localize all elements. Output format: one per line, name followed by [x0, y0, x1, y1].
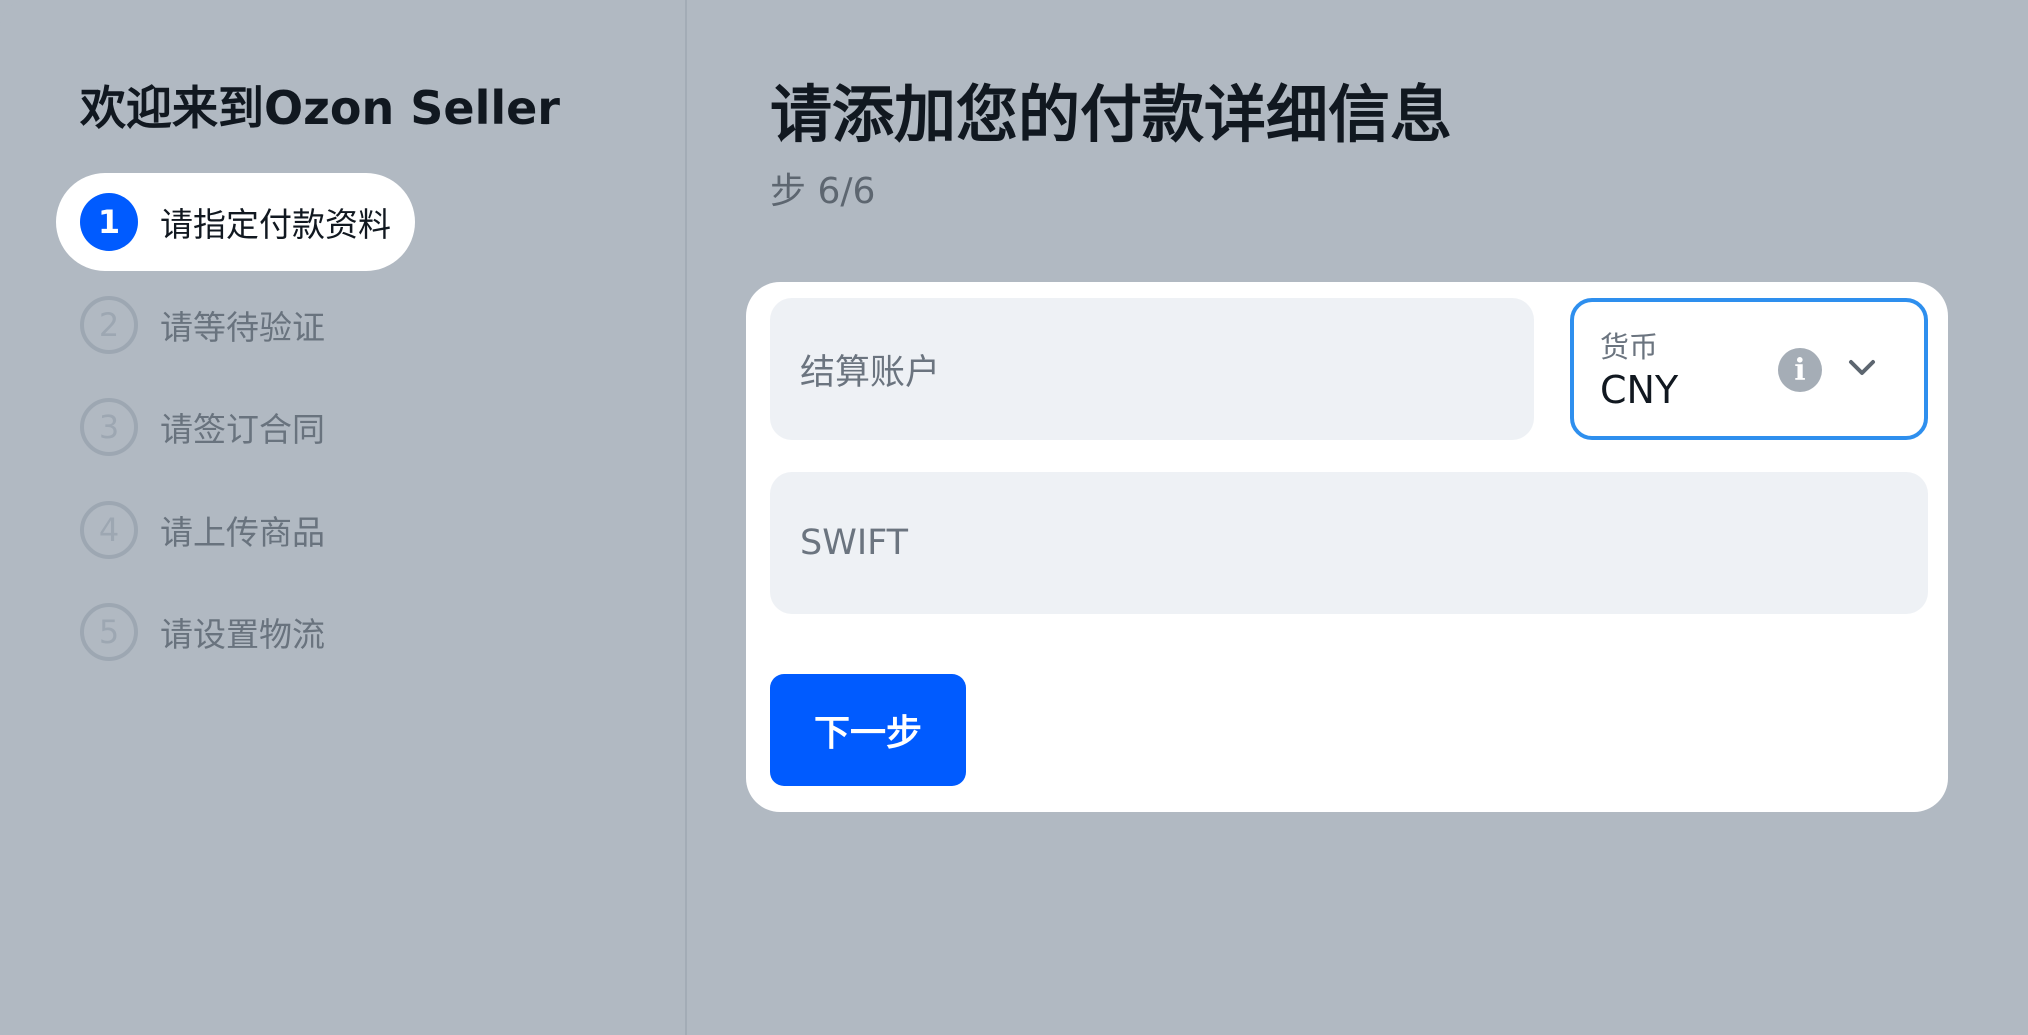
settlement-account-input[interactable]: 结算账户 — [770, 298, 1534, 440]
currency-value: CNY — [1600, 368, 1679, 412]
sidebar-title: 欢迎来到Ozon Seller — [80, 81, 560, 135]
sidebar: 欢迎来到Ozon Seller 1 请指定付款资料 2 请等待验证 3 请签订合… — [0, 0, 687, 1035]
step-counter: 步 6/6 — [770, 171, 876, 212]
step-logistics[interactable]: 5 请设置物流 — [56, 583, 349, 681]
step-number-badge: 4 — [80, 501, 138, 559]
page-title: 请添加您的付款详细信息 — [770, 78, 1453, 151]
chevron-down-icon[interactable] — [1842, 348, 1882, 388]
step-upload-products[interactable]: 4 请上传商品 — [56, 481, 349, 579]
step-label: 请设置物流 — [160, 615, 325, 654]
next-step-button[interactable]: 下一步 — [770, 674, 966, 786]
step-number-badge: 3 — [80, 398, 138, 456]
step-payment-details[interactable]: 1 请指定付款资料 — [56, 173, 415, 271]
currency-label: 货币 — [1600, 330, 1659, 364]
step-contract[interactable]: 3 请签订合同 — [56, 378, 349, 476]
onboarding-window: 欢迎来到Ozon Seller 1 请指定付款资料 2 请等待验证 3 请签订合… — [0, 0, 2028, 1035]
settlement-account-placeholder: 结算账户 — [800, 352, 941, 393]
step-number-badge: 2 — [80, 296, 138, 354]
step-label: 请上传商品 — [160, 513, 325, 552]
step-label: 请签订合同 — [160, 410, 325, 449]
payment-form-card: 结算账户 货币 CNY i SWIFT 下一步 — [746, 282, 1948, 812]
step-verification[interactable]: 2 请等待验证 — [56, 276, 349, 374]
info-icon[interactable]: i — [1778, 348, 1822, 392]
step-label: 请等待验证 — [160, 308, 325, 347]
step-number-badge: 1 — [80, 193, 138, 251]
step-number-badge: 5 — [80, 603, 138, 661]
swift-placeholder: SWIFT — [800, 523, 909, 563]
step-label: 请指定付款资料 — [160, 205, 391, 244]
swift-input[interactable]: SWIFT — [770, 472, 1928, 614]
currency-select[interactable]: 货币 CNY i — [1570, 298, 1928, 440]
